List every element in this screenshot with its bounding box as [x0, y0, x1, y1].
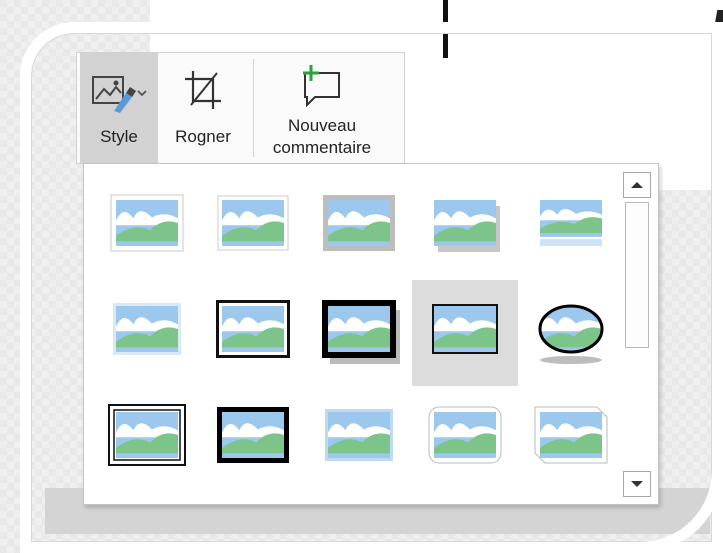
- picture-style-rounded-diagonal-corner[interactable]: [412, 386, 518, 492]
- picture-style-simple-frame-white[interactable]: [94, 174, 200, 280]
- picture-style-thumbnail: [217, 407, 289, 463]
- picture-style-double-frame-black[interactable]: [200, 280, 306, 386]
- picture-style-thumbnail: [322, 300, 400, 364]
- picture-style-thumbnail: [432, 304, 498, 354]
- picture-style-compound-frame-black[interactable]: [94, 386, 200, 492]
- crop-icon: [185, 71, 221, 109]
- scroll-up-button[interactable]: [623, 172, 651, 198]
- picture-style-thumbnail: [434, 200, 500, 252]
- gallery-scrollbar[interactable]: [623, 172, 651, 497]
- picture-style-thumbnail: [108, 404, 186, 466]
- picture-style-simple-frame-black[interactable]: [412, 280, 518, 386]
- picture-style-snip-diagonal-corner[interactable]: [518, 386, 624, 492]
- toolbar-separator: [253, 59, 254, 157]
- picture-style-center-shadow-rectangle[interactable]: [200, 386, 306, 492]
- picture-style-moderate-frame-white[interactable]: [306, 386, 412, 492]
- new-comment-button[interactable]: Nouveau commentaire: [255, 53, 389, 163]
- scroll-down-button[interactable]: [623, 471, 651, 497]
- picture-toolbar: Style Rogner Nouveau commentaire: [76, 52, 405, 164]
- new-comment-icon: [303, 65, 340, 107]
- picture-style-thumbnail: [538, 304, 604, 364]
- picture-style-thumbnail: [110, 194, 184, 252]
- picture-style-perspective-shadow[interactable]: [412, 174, 518, 280]
- picture-style-soft-edge-rectangle[interactable]: [200, 174, 306, 280]
- picture-style-oval-shadow[interactable]: [518, 280, 624, 386]
- new-comment-label-line1: Nouveau: [287, 116, 357, 135]
- picture-style-thick-matte-black[interactable]: [306, 280, 412, 386]
- picture-style-thumbnail: [216, 300, 290, 358]
- new-comment-label-line2: commentaire: [272, 138, 372, 157]
- picture-style-thumbnail: [217, 195, 289, 251]
- crop-label: Rogner: [175, 127, 231, 146]
- picture-style-soft-edge-glow[interactable]: [94, 280, 200, 386]
- picture-style-icon: [92, 76, 147, 113]
- scroll-thumb[interactable]: [625, 202, 649, 348]
- picture-style-thumbnail: [540, 200, 602, 246]
- picture-style-drop-shadow-rectangle[interactable]: [306, 174, 412, 280]
- picture-style-thumbnail: [113, 303, 181, 355]
- picture-style-thumbnail: [325, 409, 393, 461]
- chevron-up-icon: [631, 182, 643, 188]
- picture-style-thumbnail: [323, 195, 395, 251]
- picture-style-thumbnail: [428, 406, 502, 464]
- crop-button[interactable]: Rogner: [167, 53, 239, 163]
- picture-style-thumbnail: [534, 406, 608, 464]
- picture-styles-gallery: [83, 163, 659, 505]
- chevron-down-icon: [631, 481, 643, 487]
- style-button[interactable]: Style: [80, 53, 158, 163]
- picture-style-reflected-rounded-rectangle[interactable]: [518, 174, 624, 280]
- style-label: Style: [100, 127, 138, 146]
